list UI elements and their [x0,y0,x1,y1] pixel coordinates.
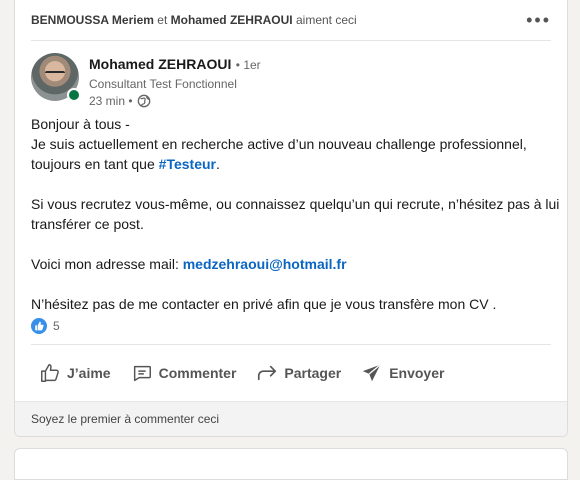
actions-divider [31,344,551,345]
liker-name-1[interactable]: BENMOUSSA Meriem [31,13,154,27]
comments-prompt-text: Soyez le premier à commenter ceci [31,412,220,426]
post-line: Bonjour à tous - [31,116,130,132]
liker-name-2[interactable]: Mohamed ZEHRAOUI [171,13,293,27]
avatar-glasses [45,71,65,78]
comment-icon [133,365,151,382]
comments-prompt-area[interactable]: Soyez le premier à commenter ceci [15,401,567,436]
reaction-count: 5 [53,319,60,333]
author-name[interactable]: Mohamed ZEHRAOUI [89,56,231,72]
social-actions-bar: J’aime Commenter Partager Envoyer [31,356,551,390]
presence-indicator-icon [67,88,81,102]
social-suffix: aiment ceci [295,13,357,27]
author-block: Mohamed ZEHRAOUI • 1er Consultant Test F… [89,56,261,108]
post-text: . [215,156,220,172]
post-body: Bonjour à tous - Je suis actuellement en… [31,114,561,314]
like-label: J’aime [67,365,111,381]
header-divider [31,40,551,41]
author-headline: Consultant Test Fonctionnel [89,77,237,91]
post-text: Voici mon adresse mail: [31,256,183,272]
like-icon [41,364,59,382]
post-line: N’hésitez pas de me contacter en privé a… [31,296,497,312]
feed-post-card: BENMOUSSA Meriem et Mohamed ZEHRAOUI aim… [14,0,568,437]
comment-button[interactable]: Commenter [123,356,245,390]
post-line: toujours en tant que #Testeur. [31,154,561,174]
social-activity-line: BENMOUSSA Meriem et Mohamed ZEHRAOUI aim… [31,13,357,27]
next-feed-card [14,448,568,480]
share-arrow-icon [258,365,277,381]
globe-icon [137,94,150,108]
share-button[interactable]: Partager [248,356,349,390]
post-line: Voici mon adresse mail: medzehraoui@hotm… [31,254,561,274]
post-meta: 23 min • [89,94,261,108]
connection-degree: • 1er [235,58,261,72]
more-options-icon[interactable]: ••• [526,10,551,31]
post-line: Je suis actuellement en recherche active… [31,136,527,152]
send-button[interactable]: Envoyer [353,356,452,390]
post-line: Si vous recrutez vous-même, ou connaisse… [31,196,560,212]
comment-label: Commenter [158,365,237,381]
social-connector: et [157,13,168,27]
hashtag-link[interactable]: #Testeur [159,156,216,172]
email-link[interactable]: medzehraoui@hotmail.fr [183,256,347,272]
post-time: 23 min • [89,94,133,108]
like-button[interactable]: J’aime [31,356,119,390]
reactions-summary[interactable]: 5 [31,318,60,334]
like-reaction-icon [31,318,47,334]
post-line: transférer ce post. [31,216,144,232]
post-text: toujours en tant que [31,156,159,172]
share-label: Partager [284,365,342,381]
send-label: Envoyer [389,365,445,381]
send-paper-plane-icon [363,364,381,382]
